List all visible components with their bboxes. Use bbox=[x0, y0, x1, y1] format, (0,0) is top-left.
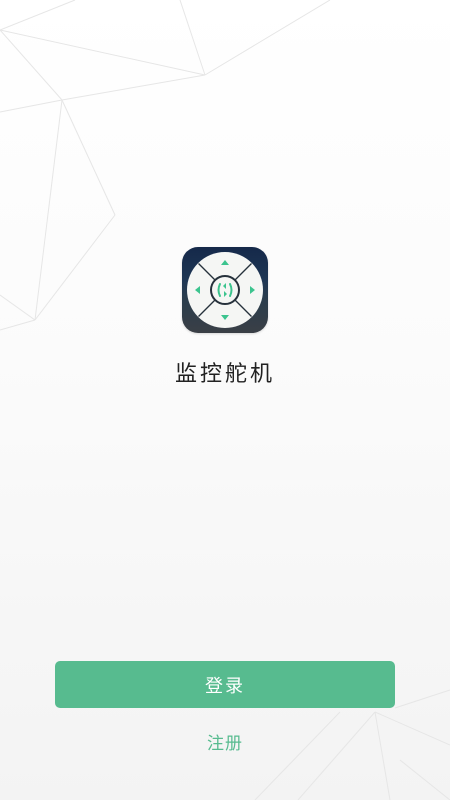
remote-dpad-icon bbox=[187, 252, 263, 328]
app-title: 监控舵机 bbox=[174, 362, 275, 387]
login-button-label: 登录 bbox=[205, 675, 245, 697]
register-link[interactable]: 注册 bbox=[195, 731, 255, 757]
app-logo bbox=[182, 247, 268, 333]
login-button[interactable]: 登录 bbox=[55, 661, 395, 708]
